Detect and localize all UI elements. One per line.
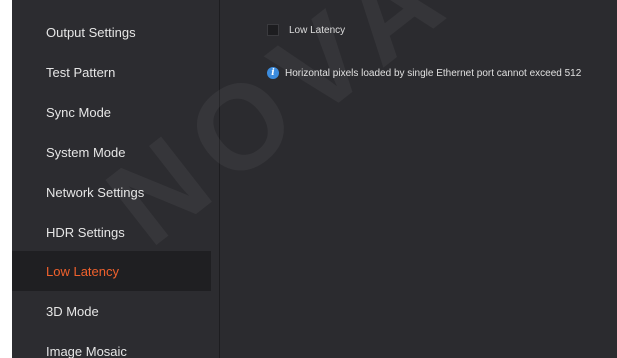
settings-panel: Low Latency i Horizontal pixels loaded b… [220,0,617,358]
sidebar-item-test-pattern[interactable]: Test Pattern [12,52,211,92]
sidebar-item-hdr-settings[interactable]: HDR Settings [12,212,211,252]
info-message: i Horizontal pixels loaded by single Eth… [267,67,581,79]
low-latency-option[interactable]: Low Latency [267,24,345,36]
sidebar-item-network-settings[interactable]: Network Settings [12,172,211,212]
sidebar-item-output-settings[interactable]: Output Settings [12,12,211,52]
sidebar-item-low-latency[interactable]: Low Latency [12,251,211,291]
sidebar-item-sync-mode[interactable]: Sync Mode [12,92,211,132]
info-message-text: Horizontal pixels loaded by single Ether… [285,67,582,79]
settings-sidebar: Output Settings Test Pattern Sync Mode S… [12,0,220,358]
info-icon: i [267,67,279,79]
sidebar-item-image-mosaic[interactable]: Image Mosaic [12,331,211,358]
low-latency-checkbox-label: Low Latency [289,24,346,36]
app-window: Output Settings Test Pattern Sync Mode S… [0,0,617,358]
low-latency-checkbox[interactable] [267,24,279,36]
sidebar-item-3d-mode[interactable]: 3D Mode [12,291,211,331]
sidebar-item-system-mode[interactable]: System Mode [12,132,211,172]
